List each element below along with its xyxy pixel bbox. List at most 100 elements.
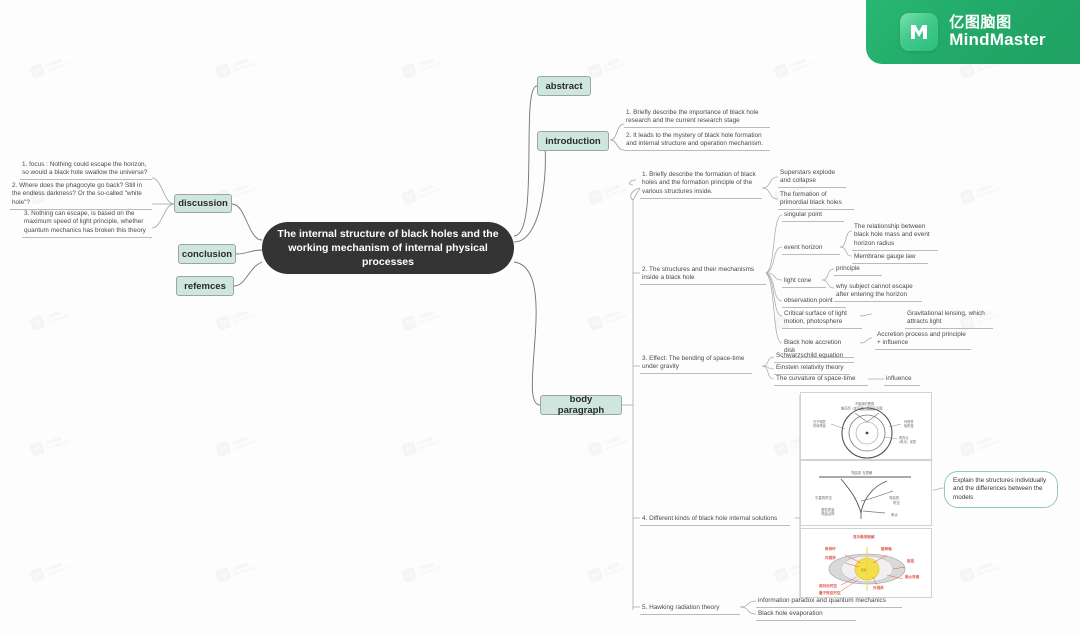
body-item-2-observation-point[interactable]: observation point <box>782 296 846 308</box>
svg-text:克尔黑洞剖解: 克尔黑洞剖解 <box>852 534 875 539</box>
schwarzschild-black-hole-diagram[interactable]: 不旋转的黑洞 施瓦西（史瓦西）黑洞示意图 光子球层 时间界面 外视界 吸积盘 奇… <box>800 392 932 460</box>
watermark-text: 亿图脑图MindMaster <box>230 309 256 325</box>
body-item-3-label[interactable]: 3. Effect: The bending of space-time und… <box>640 354 752 375</box>
discussion-item-2[interactable]: 2. Where does the phagocyte go back? Sti… <box>10 181 152 210</box>
svg-text:时空: 时空 <box>893 500 900 505</box>
watermark-logo-icon <box>586 314 604 332</box>
body-item-1-label[interactable]: 1. Briefly describe the formation of bla… <box>640 170 762 199</box>
watermark-logo-icon <box>214 62 232 80</box>
body-item-5-label[interactable]: 5. Hawking radiation theory <box>640 603 740 615</box>
watermark-tile: 亿图脑图MindMaster <box>586 306 628 332</box>
svg-text:旋转轴: 旋转轴 <box>880 546 892 551</box>
svg-text:外视界: 外视界 <box>872 585 884 590</box>
introduction-item-2[interactable]: 2. It leads to the mystery of black hole… <box>624 131 770 152</box>
svg-text:相对论时空: 相对论时空 <box>819 583 837 588</box>
event-horizon-child-2[interactable]: Membrane gauge law <box>852 252 928 264</box>
central-topic-node[interactable]: The internal structure of black holes an… <box>262 222 514 274</box>
watermark-text: 亿图脑图MindMaster <box>602 57 628 73</box>
svg-text:弯曲点阵: 弯曲点阵 <box>821 511 835 516</box>
discussion-item-3[interactable]: 3. Nothing can escape, is based on the m… <box>22 209 152 238</box>
watermark-text: 亿图脑图MindMaster <box>974 435 1000 451</box>
watermark-tile: 亿图脑图MindMaster <box>214 558 256 584</box>
watermark-logo-icon <box>958 566 976 584</box>
watermark-text: 亿图脑图MindMaster <box>416 183 442 199</box>
introduction-item-1[interactable]: 1. Briefly describe the importance of bl… <box>624 108 770 129</box>
body-item-1-child-2[interactable]: The formation of primordial black holes <box>778 190 854 211</box>
body-item-4-label[interactable]: 4. Different kinds of black hole interna… <box>640 514 790 526</box>
discussion-item-1[interactable]: 1. focus : Nothing could escape the hori… <box>20 160 152 181</box>
watermark-logo-icon <box>28 566 46 584</box>
watermark-logo-icon <box>400 188 418 206</box>
watermark-tile: 亿图脑图MindMaster <box>28 54 70 80</box>
svg-text:不旋转的黑洞: 不旋转的黑洞 <box>855 401 874 406</box>
svg-text:弯曲的: 弯曲的 <box>889 495 900 500</box>
branch-abstract[interactable]: abstract <box>537 76 591 96</box>
watermark-logo-icon <box>586 188 604 206</box>
watermark-text: 亿图脑图MindMaster <box>44 561 70 577</box>
watermark-tile: 亿图脑图MindMaster <box>400 558 442 584</box>
light-cone-child-2[interactable]: why subject cannot escape after entering… <box>834 282 922 303</box>
watermark-logo-icon <box>28 314 46 332</box>
svg-text:施瓦西（史瓦西）黑洞示意图: 施瓦西（史瓦西）黑洞示意图 <box>841 406 882 411</box>
branch-introduction[interactable]: introduction <box>537 131 609 151</box>
logo-text-cn: 亿图脑图 <box>949 13 1012 31</box>
mindmaster-logo: 亿图脑图 MindMaster <box>866 0 1080 64</box>
svg-text:时间界面: 时间界面 <box>813 423 826 428</box>
svg-text:（奇点）深层: （奇点）深层 <box>897 439 916 444</box>
watermark-tile: 亿图脑图MindMaster <box>400 432 442 458</box>
watermark-logo-icon <box>958 188 976 206</box>
svg-text:奇点: 奇点 <box>891 512 898 517</box>
watermark-logo-icon <box>214 440 232 458</box>
watermark-text: 亿图脑图MindMaster <box>416 309 442 325</box>
branch-conclusion[interactable]: conclusion <box>178 244 236 264</box>
watermark-text: 亿图脑图MindMaster <box>602 561 628 577</box>
event-horizon-child-1[interactable]: The relationship between black hole mass… <box>852 222 938 251</box>
mindmaster-logo-icon <box>900 13 939 51</box>
body-item-2-label[interactable]: 2. The structures and their mechanisms i… <box>640 265 766 286</box>
body-item-1-child-1[interactable]: Superstars explode and collapse <box>778 168 846 189</box>
body-item-3-child-1[interactable]: Schwarzschild equation <box>774 351 854 363</box>
watermark-tile: 亿图脑图MindMaster <box>958 180 1000 206</box>
watermark-text: 亿图脑图MindMaster <box>230 435 256 451</box>
watermark-logo-icon <box>214 566 232 584</box>
svg-text:吸积盘: 吸积盘 <box>904 423 914 428</box>
svg-text:奇异环: 奇异环 <box>825 546 836 551</box>
watermark-tile: 亿图脑图MindMaster <box>214 306 256 332</box>
watermark-tile: 亿图脑图MindMaster <box>28 432 70 458</box>
watermark-tile: 亿图脑图MindMaster <box>28 306 70 332</box>
branch-body-paragraph[interactable]: body paragraph <box>540 394 622 416</box>
light-cone-child-1[interactable]: principle <box>834 264 882 276</box>
body-item-3-child-3[interactable]: The curvature of space-time <box>774 374 868 386</box>
accretion-disk-child-1[interactable]: Accretion process and principle + influe… <box>875 330 971 351</box>
branch-refemces[interactable]: refemces <box>176 276 234 296</box>
watermark-text: 亿图脑图MindMaster <box>974 561 1000 577</box>
mindmap-canvas[interactable]: 亿图脑图 MindMaster 亿图脑图 MindMaster 亿图脑图 MindMast… <box>0 0 1080 634</box>
body-item-2-event-horizon[interactable]: event horizon <box>782 243 840 255</box>
watermark-logo-icon <box>28 62 46 80</box>
watermark-text: 亿图脑图MindMaster <box>230 561 256 577</box>
body-item-5-child-2[interactable]: Black hole evaporation <box>756 609 856 621</box>
watermark-logo-icon <box>28 440 46 458</box>
body-item-3-grandchild-influence[interactable]: influence <box>884 374 920 386</box>
kerr-black-hole-diagram[interactable]: 克尔黑洞剖解 奇异环 旋转轴 内视界 能层 静止界面 相对论时空 量子效应时空 … <box>800 528 932 598</box>
watermark-text: 亿图脑图MindMaster <box>230 57 256 73</box>
watermark-tile: 亿图脑图MindMaster <box>958 558 1000 584</box>
body-item-2-singular-point[interactable]: singular point <box>782 210 844 222</box>
body-item-2-photosphere[interactable]: Critical surface of light motion, photos… <box>782 309 862 330</box>
watermark-tile: 亿图脑图MindMaster <box>214 54 256 80</box>
body-item-2-light-cone[interactable]: light cone <box>782 276 826 288</box>
watermark-logo-icon <box>400 62 418 80</box>
watermark-text: 亿图脑图MindMaster <box>230 183 256 199</box>
spacetime-curvature-diagram[interactable]: 弯曲变 无质解 平直的时空 重粒质量 弯曲点阵 弯曲的 时空 奇点 <box>800 460 932 526</box>
svg-text:静止界面: 静止界面 <box>905 574 920 579</box>
watermark-text: 亿图脑图MindMaster <box>602 435 628 451</box>
body-item-4-callout[interactable]: Explain the structures individually and … <box>944 471 1058 508</box>
branch-discussion[interactable]: discussion <box>174 194 232 213</box>
watermark-logo-icon <box>400 440 418 458</box>
svg-text:量子效应时空: 量子效应时空 <box>819 590 841 595</box>
body-item-5-child-1[interactable]: information paradox and quantum mechanic… <box>756 596 902 608</box>
svg-text:弯曲变 无质解: 弯曲变 无质解 <box>851 470 873 475</box>
watermark-tile: 亿图脑图MindMaster <box>400 54 442 80</box>
watermark-tile: 亿图脑图MindMaster <box>400 306 442 332</box>
photosphere-child-1[interactable]: Gravitational lensing, which attracts li… <box>905 309 993 330</box>
